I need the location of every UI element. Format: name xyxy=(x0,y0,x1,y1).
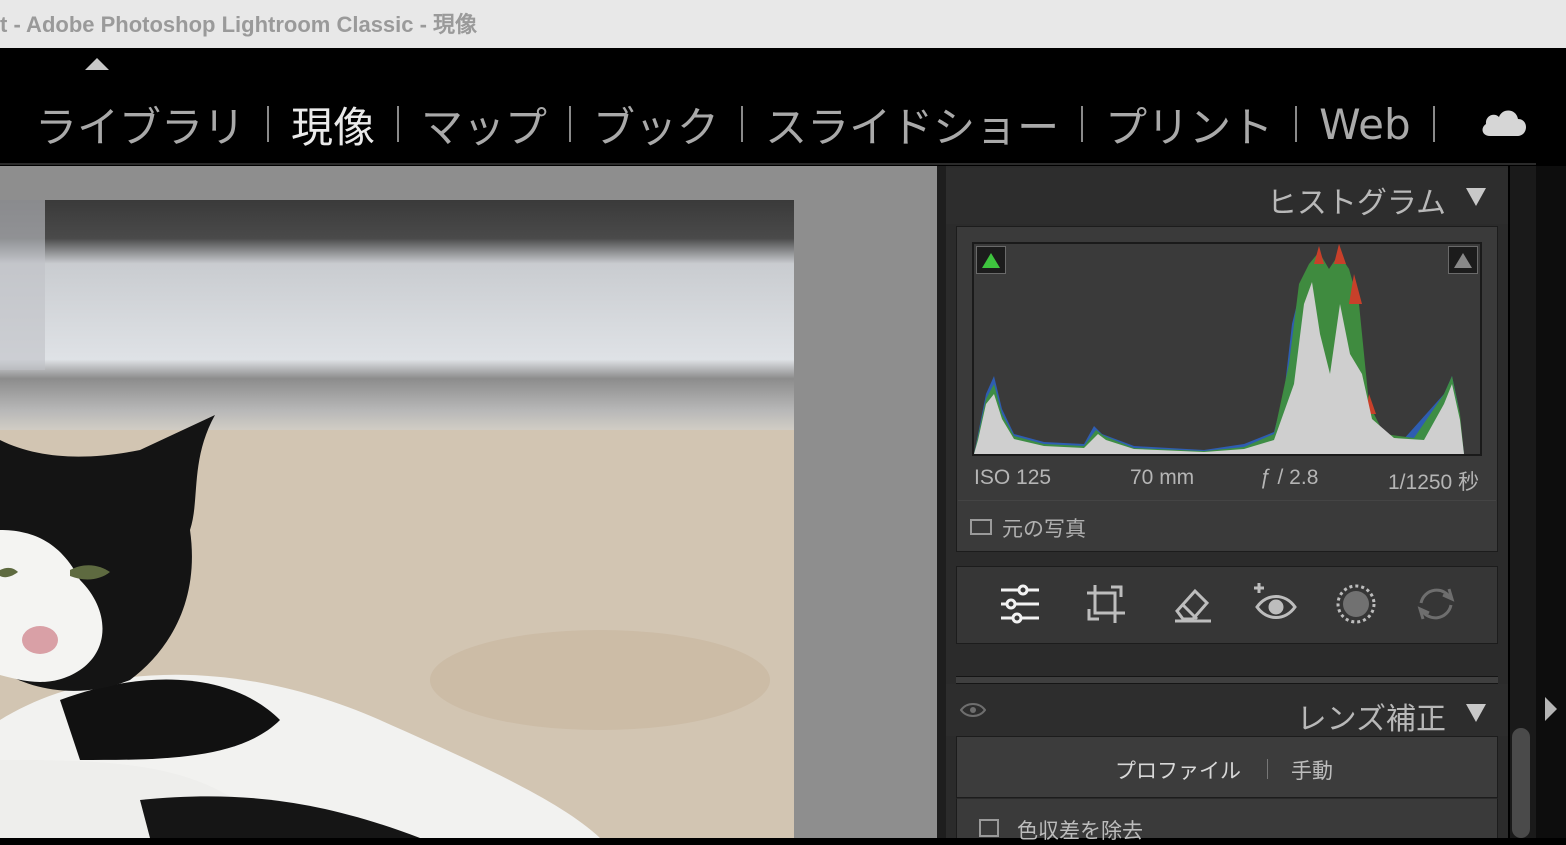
original-photo-label: 元の写真 xyxy=(1002,517,1086,541)
histogram-title: ヒストグラム xyxy=(1266,186,1446,221)
tab-separator xyxy=(1267,759,1268,779)
collapse-triangle-icon[interactable] xyxy=(1466,704,1486,722)
exif-iso: ISO 125 xyxy=(974,466,1052,489)
histogram-graph[interactable] xyxy=(972,242,1482,456)
original-photo-row: 元の写真 xyxy=(958,500,1496,551)
lens-correction-header[interactable]: レンズ補正 xyxy=(946,684,1508,737)
histogram-header[interactable]: ヒストグラム xyxy=(946,168,1508,224)
eye-icon[interactable] xyxy=(960,702,986,718)
masking-icon[interactable] xyxy=(1333,581,1379,627)
module-separator xyxy=(1295,106,1298,142)
window-titlebar: t - Adobe Photoshop Lightroom Classic - … xyxy=(0,0,1566,49)
module-separator xyxy=(267,106,270,142)
collapse-top-panel-arrow[interactable] xyxy=(85,58,109,70)
module-map[interactable]: マップ xyxy=(421,94,547,155)
tab-manual[interactable]: 手動 xyxy=(1291,755,1333,785)
shadow-clipping-toggle[interactable] xyxy=(976,246,1006,274)
panel-divider[interactable] xyxy=(937,166,946,838)
cloud-icon[interactable] xyxy=(1480,106,1528,138)
collapse-triangle-icon[interactable] xyxy=(1466,188,1486,206)
collapse-right-panel-arrow[interactable] xyxy=(1545,697,1557,721)
tool-strip xyxy=(956,566,1498,644)
highlight-clipping-toggle[interactable] xyxy=(1448,246,1478,274)
histogram-curves xyxy=(974,244,1464,454)
module-separator xyxy=(569,106,572,142)
redo-icon[interactable] xyxy=(1413,581,1459,627)
lens-correction-tabs: プロファイル 手動 xyxy=(956,736,1498,798)
edit-sliders-icon[interactable] xyxy=(997,581,1043,627)
top-divider xyxy=(0,163,1536,165)
photo-preview[interactable] xyxy=(0,200,794,838)
module-book[interactable]: ブック xyxy=(593,94,719,155)
module-separator xyxy=(397,106,400,142)
module-separator xyxy=(741,106,744,142)
module-picker: ライブラリ 現像 マップ ブック スライドショー プリント Web xyxy=(35,94,1457,154)
lens-correction-body: 色収差を除去 xyxy=(956,798,1498,843)
red-eye-icon[interactable] xyxy=(1253,581,1299,627)
panel-separator xyxy=(956,676,1498,684)
right-panel-scroll-thumb[interactable] xyxy=(1512,728,1530,838)
exif-aperture: ƒ / 2.8 xyxy=(1260,466,1319,489)
eraser-icon[interactable] xyxy=(1169,581,1215,627)
window-title: t - Adobe Photoshop Lightroom Classic - … xyxy=(0,12,478,37)
module-print[interactable]: プリント xyxy=(1105,94,1273,155)
module-separator xyxy=(1081,106,1084,142)
module-separator xyxy=(1432,106,1435,142)
tab-profile[interactable]: プロファイル xyxy=(1115,755,1241,785)
module-develop[interactable]: 現像 xyxy=(291,94,375,155)
exif-info: ISO 125 70 mm ƒ / 2.8 1/1250 秒 xyxy=(974,464,1480,496)
remove-ca-label: 色収差を除去 xyxy=(1017,819,1143,843)
shadow-clipping-icon xyxy=(982,253,1000,268)
module-web[interactable]: Web xyxy=(1319,100,1411,149)
right-edge-strip xyxy=(1536,166,1566,838)
module-library[interactable]: ライブラリ xyxy=(35,94,245,155)
exif-focal-length: 70 mm xyxy=(1130,466,1195,489)
lens-correction-title: レンズ補正 xyxy=(1296,702,1446,737)
remove-ca-checkbox[interactable] xyxy=(979,819,999,837)
original-photo-checkbox[interactable] xyxy=(970,519,992,535)
cat-photo xyxy=(0,200,794,838)
module-slideshow[interactable]: スライドショー xyxy=(765,94,1059,155)
exif-shutter: 1/1250 秒 xyxy=(1388,471,1480,494)
crop-icon[interactable] xyxy=(1083,581,1129,627)
highlight-clipping-icon xyxy=(1454,253,1472,268)
